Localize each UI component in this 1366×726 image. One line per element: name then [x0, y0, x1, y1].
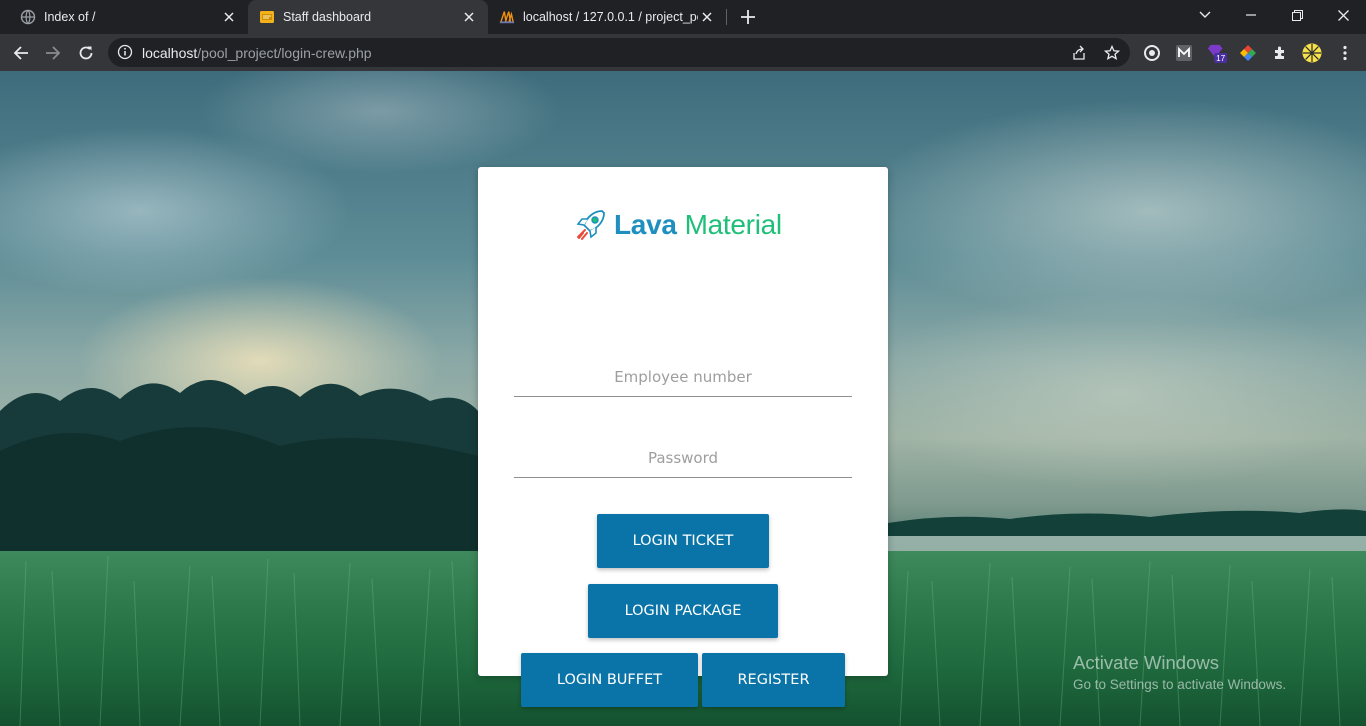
- tab-index[interactable]: Index of /: [0, 0, 248, 34]
- url-path: /pool_project/login-crew.php: [197, 45, 372, 61]
- site-info-icon[interactable]: [117, 44, 133, 65]
- tab-staff-dashboard[interactable]: Staff dashboard: [248, 0, 488, 34]
- employee-number-input[interactable]: [514, 357, 852, 397]
- brand-name-secondary: Material: [684, 209, 782, 240]
- login-card: Lava Material LOGIN TICKET LOGIN PACKAGE…: [478, 167, 888, 707]
- url-host: localhost: [142, 45, 198, 61]
- password-input[interactable]: [514, 438, 852, 478]
- svg-text:17: 17: [1216, 54, 1226, 63]
- login-page: Lava Material LOGIN TICKET LOGIN PACKAGE…: [0, 71, 1366, 726]
- brand-logo: Lava Material: [572, 207, 782, 243]
- chrome-menu-icon[interactable]: [1335, 43, 1355, 63]
- minimize-button[interactable]: [1228, 0, 1274, 30]
- extension-circle-icon[interactable]: [1142, 43, 1162, 63]
- tab-search-button[interactable]: [1182, 0, 1228, 30]
- extension-m-icon[interactable]: [1174, 43, 1194, 63]
- folder-icon: [259, 9, 275, 25]
- globe-icon: [20, 9, 36, 25]
- tab-title: Staff dashboard: [283, 10, 372, 24]
- login-package-button[interactable]: LOGIN PACKAGE: [588, 584, 778, 638]
- phpmyadmin-icon: [499, 9, 515, 25]
- extensions-puzzle-icon[interactable]: [1270, 43, 1290, 63]
- address-bar[interactable]: localhost/pool_project/login-crew.php: [108, 38, 1130, 67]
- share-icon[interactable]: [1069, 43, 1089, 63]
- close-tab-icon[interactable]: [460, 8, 478, 26]
- watermark-subtitle: Go to Settings to activate Windows.: [1073, 677, 1287, 692]
- register-button[interactable]: REGISTER: [702, 653, 845, 707]
- reload-button[interactable]: [73, 40, 99, 66]
- profile-avatar[interactable]: [1302, 43, 1322, 63]
- brand-name-primary: Lava: [614, 209, 677, 240]
- close-tab-icon[interactable]: [220, 8, 238, 26]
- close-window-button[interactable]: [1320, 0, 1366, 30]
- bookmark-star-icon[interactable]: [1102, 43, 1122, 63]
- restore-button[interactable]: [1274, 0, 1320, 30]
- tab-title: localhost / 127.0.0.1 / project_po: [523, 10, 698, 24]
- watermark-title: Activate Windows: [1073, 652, 1219, 673]
- tab-phpmyadmin[interactable]: localhost / 127.0.0.1 / project_po: [488, 0, 726, 34]
- extension-color-icon[interactable]: [1238, 43, 1258, 63]
- activate-windows-watermark: Activate Windows Go to Settings to activ…: [1073, 652, 1286, 692]
- back-button[interactable]: [8, 40, 34, 66]
- login-buffet-button[interactable]: LOGIN BUFFET: [521, 653, 698, 707]
- rocket-icon: [576, 210, 605, 240]
- new-tab-button[interactable]: [736, 5, 760, 29]
- close-tab-icon[interactable]: [698, 8, 716, 26]
- tab-strip: Index of / Staff dashboard localhost / 1…: [0, 0, 1366, 34]
- tab-title: Index of /: [44, 10, 96, 24]
- browser-toolbar: localhost/pool_project/login-crew.php 17: [0, 34, 1366, 71]
- url-text: localhost/pool_project/login-crew.php: [142, 45, 372, 61]
- tab-divider: [726, 9, 727, 25]
- forward-button[interactable]: [40, 40, 66, 66]
- extension-badge-icon[interactable]: 17: [1207, 43, 1227, 63]
- login-ticket-button[interactable]: LOGIN TICKET: [597, 514, 769, 568]
